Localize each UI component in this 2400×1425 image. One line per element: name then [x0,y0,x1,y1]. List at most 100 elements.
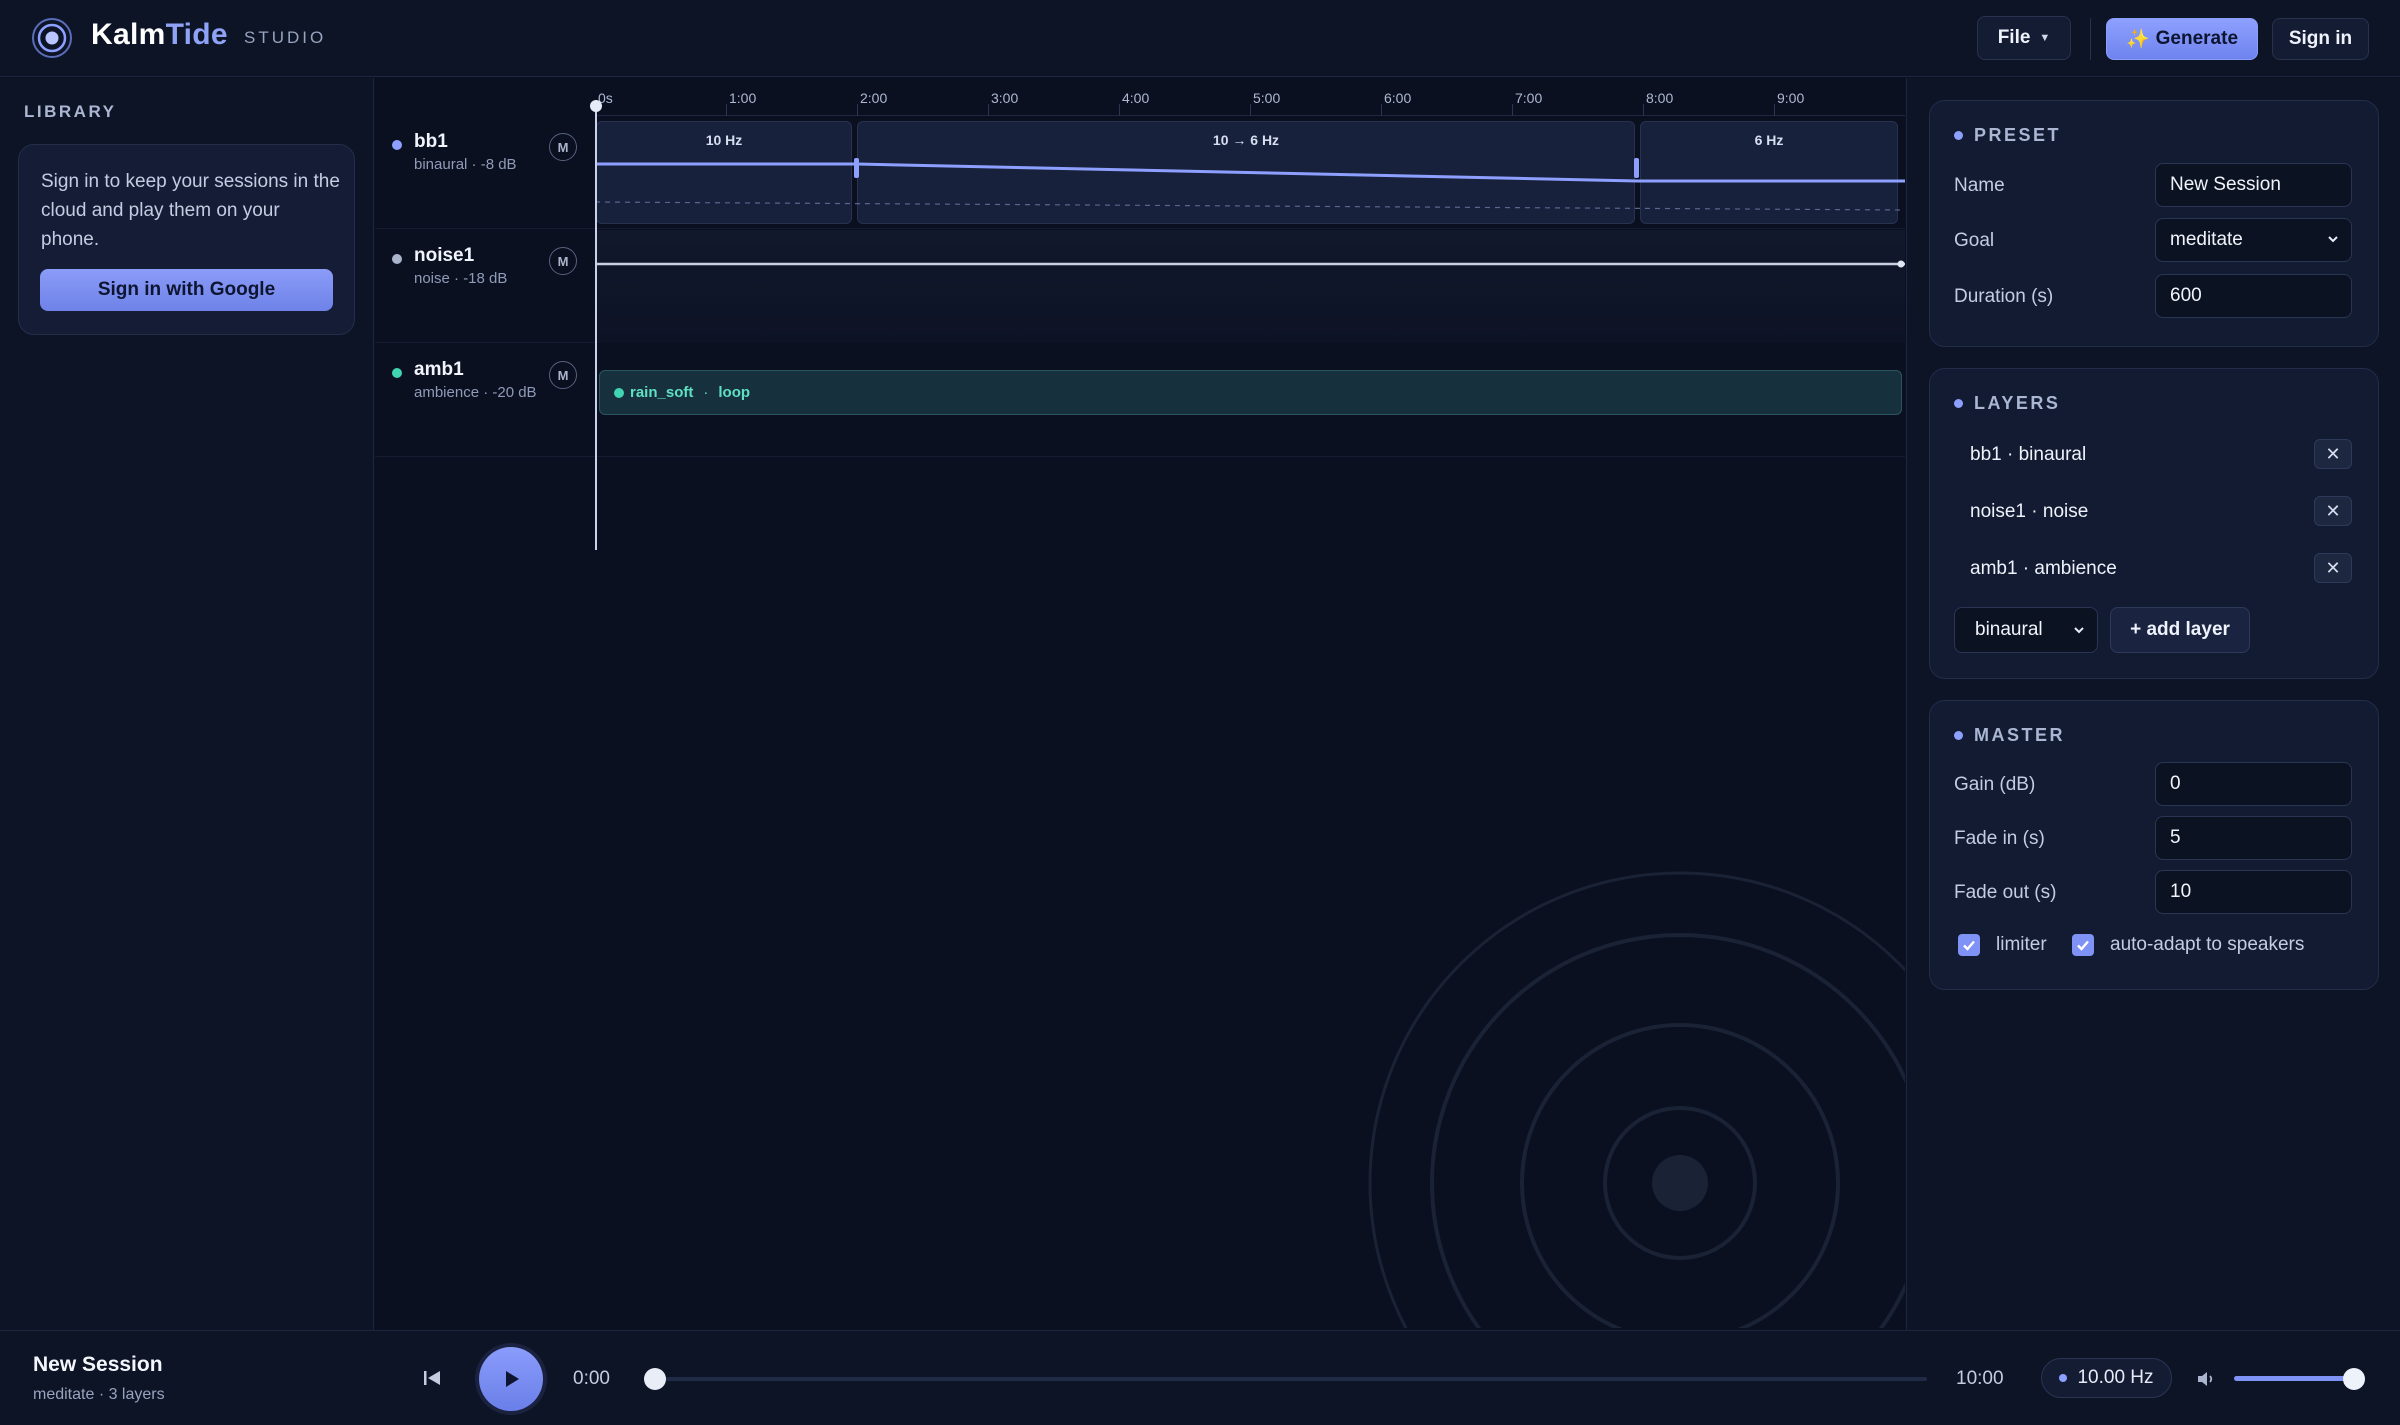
clip-name: rain_soft [630,384,694,401]
ruler-tick: 1:00 [726,90,756,116]
chevron-down-icon [2074,627,2084,634]
duration-input[interactable] [2155,274,2352,318]
playhead-handle[interactable] [590,100,602,112]
library-sidebar: LIBRARY Sign in to keep your sessions in… [0,78,374,1330]
sign-in-label: Sign in [2288,28,2353,49]
limiter-checkbox[interactable] [1958,934,1980,956]
time-ruler[interactable]: 0s 1:00 2:00 3:00 4:00 5:00 6:00 7:00 8:… [595,78,1905,116]
layer-name: bb1 · binaural [1970,444,2087,465]
play-icon [506,1371,519,1387]
remove-layer-button[interactable]: ✕ [2314,496,2352,526]
name-input[interactable] [2155,163,2352,207]
seek-bar[interactable] [654,1377,1927,1381]
track-lane: 10 Hz 10 → 6 Hz 6 Hz [595,116,1905,229]
goal-select[interactable]: meditate [2155,218,2352,262]
gain-input[interactable] [2155,762,2352,806]
layers-title: LAYERS [1954,393,2060,414]
playhead[interactable] [595,100,597,550]
ambience-clip[interactable]: rain_soft · loop [599,370,1902,415]
master-card: MASTER Gain (dB) Fade in (s) Fade out (s… [1929,700,2379,990]
track-info: noise · -18 dB [414,270,508,287]
ruler-tick: 7:00 [1512,90,1542,116]
layer-item[interactable]: amb1 · ambience ✕ [1954,547,2358,591]
add-layer-button[interactable]: + add layer [2110,607,2250,653]
checkmark-icon [1963,940,1975,951]
mute-button[interactable]: M [549,361,577,389]
duration-label: Duration (s) [1954,286,2054,307]
ruler-tick: 2:00 [857,90,887,116]
generate-button[interactable]: ✨ Generate [2106,18,2258,60]
file-menu-button[interactable]: File ▼ [1977,16,2071,60]
track-color-dot [392,368,402,378]
gain-label: Gain (dB) [1954,774,2036,795]
volume-thumb[interactable] [2343,1368,2365,1390]
ruler-tick: 8:00 [1643,90,1673,116]
caret-down-icon: ▼ [2039,32,2051,44]
track-name: noise1 [414,245,475,266]
generate-label: Generate [2155,28,2239,49]
layer-type-select[interactable]: binaural [1954,607,2098,653]
fade-in-input[interactable] [2155,816,2352,860]
volume-icon[interactable] [2195,1367,2219,1391]
track-header[interactable]: noise1 noise · -18 dB M [375,230,595,343]
mute-button[interactable]: M [549,133,577,161]
track-lane [595,230,1905,343]
track-header[interactable]: bb1 binaural · -8 dB M [375,116,595,229]
app-subtitle: STUDIO [244,28,327,47]
goal-select-value: meditate [2170,229,2243,250]
track-color-dot [392,140,402,150]
mute-button[interactable]: M [549,247,577,275]
toolbar-divider [2090,18,2091,60]
ruler-tick: 4:00 [1119,90,1149,116]
layer-item[interactable]: noise1 · noise ✕ [1954,490,2358,534]
frequency-curve [595,158,1905,211]
logo-icon [32,18,72,58]
master-title: MASTER [1954,725,2065,746]
current-time: 0:00 [573,1368,610,1389]
sparkle-icon: ✨ [2125,29,2150,50]
remove-layer-button[interactable]: ✕ [2314,439,2352,469]
ruler-tick: 5:00 [1250,90,1280,116]
preset-card: PRESET Name Goal meditate Duration (s) [1929,100,2379,347]
total-time: 10:00 [1956,1368,2004,1389]
track-info: ambience · -20 dB [414,384,537,401]
section-bullet [1954,131,1963,140]
track-row-amb1: amb1 ambience · -20 dB M rain_soft · loo… [375,344,1905,457]
seek-thumb[interactable] [644,1368,666,1390]
preset-title: PRESET [1954,125,2061,146]
sign-in-message: Sign in to keep your sessions in the clo… [41,171,340,250]
fade-out-input[interactable] [2155,870,2352,914]
sign-in-button[interactable]: Sign in [2272,18,2369,60]
layer-name: amb1 · ambience [1970,558,2117,579]
skip-back-icon[interactable] [420,1366,444,1390]
auto-adapt-checkbox[interactable] [2072,934,2094,956]
track-header[interactable]: amb1 ambience · -20 dB M [375,344,595,457]
chevron-down-icon [2328,236,2338,243]
track-name: bb1 [414,131,448,152]
clip-separator: · [703,384,709,401]
track-color-dot [392,254,402,264]
app-name-part2: Tide [165,18,228,51]
close-icon: ✕ [2325,500,2341,521]
limiter-label: limiter [1996,934,2047,955]
close-icon: ✕ [2325,557,2341,578]
clip-mode: loop [718,384,751,401]
auto-adapt-label: auto-adapt to speakers [2110,934,2305,955]
preset-title-text: PRESET [1974,125,2062,145]
ruler-tick: 9:00 [1774,90,1804,116]
clip-dot [614,387,624,398]
volume-slider[interactable] [2234,1376,2354,1381]
track-name: amb1 [414,359,464,380]
layer-item[interactable]: bb1 · binaural ✕ [1954,433,2358,477]
checkmark-icon [2077,940,2089,951]
fade-out-label: Fade out (s) [1954,882,2057,903]
properties-panel: PRESET Name Goal meditate Duration (s) L… [1906,78,2400,1330]
layers-title-text: LAYERS [1974,393,2061,413]
ruler-tick: 6:00 [1381,90,1411,116]
level-line [595,260,1905,268]
timeline-area: 0s 1:00 2:00 3:00 4:00 5:00 6:00 7:00 8:… [375,78,1905,1330]
frequency-dot [2059,1374,2068,1382]
remove-layer-button[interactable]: ✕ [2314,553,2352,583]
play-button[interactable] [479,1347,543,1411]
sign-in-google-button[interactable]: Sign in with Google [40,269,333,311]
